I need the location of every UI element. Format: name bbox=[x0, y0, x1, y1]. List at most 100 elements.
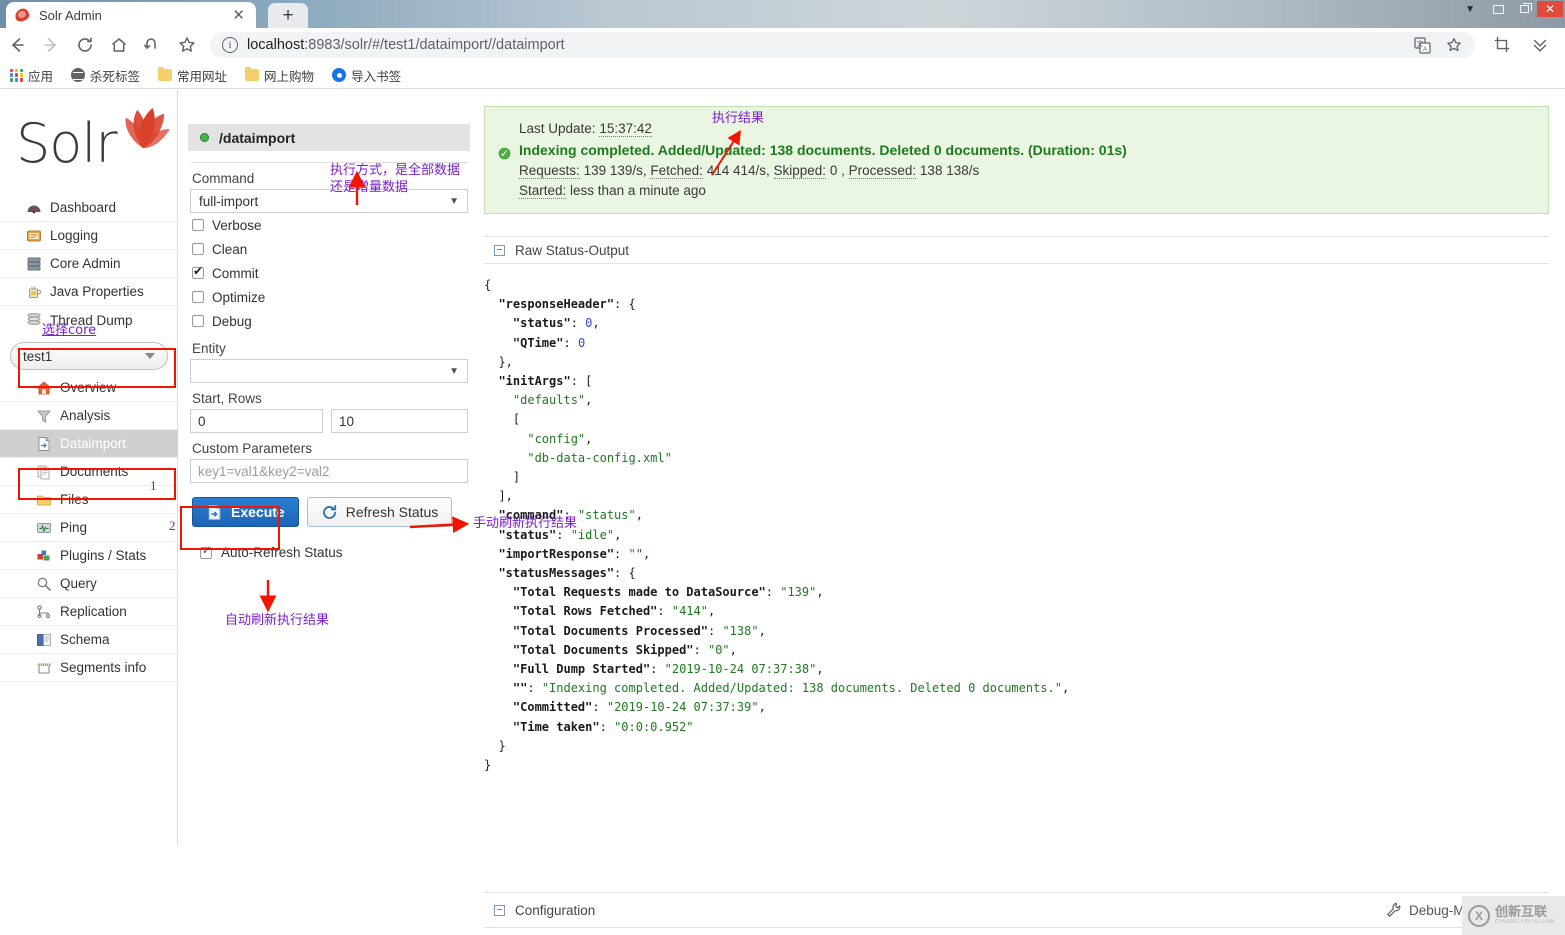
solr-logo[interactable]: Solr bbox=[16, 107, 170, 180]
bookmark-apps[interactable]: 应用 bbox=[10, 66, 53, 85]
back-arrow-icon[interactable] bbox=[0, 30, 34, 60]
checkbox-box bbox=[192, 243, 204, 255]
maximize-button[interactable] bbox=[1511, 1, 1537, 17]
speedometer-icon bbox=[26, 200, 42, 216]
chevron-down-icon[interactable]: ▼ bbox=[1465, 4, 1475, 15]
entity-select[interactable]: ▼ bbox=[190, 359, 468, 383]
sidebar-label: Overview bbox=[60, 380, 117, 395]
address-bar[interactable]: i localhost:8983/solr/#/test1/dataimport… bbox=[210, 32, 1475, 58]
crop-icon[interactable] bbox=[1485, 30, 1519, 60]
refresh-status-button[interactable]: Refresh Status bbox=[306, 497, 453, 527]
reload-icon[interactable] bbox=[68, 30, 102, 60]
dataimport-form: Command full-import ▼ Verbose Clean Comm… bbox=[188, 162, 470, 560]
bookmark-label: 应用 bbox=[28, 69, 54, 84]
bookmark-label: 常用网址 bbox=[177, 69, 228, 84]
annotation-manual-refresh: 手动刷新执行结果 bbox=[473, 516, 578, 531]
skipped-label: Skipped: bbox=[773, 163, 827, 179]
sidebar-item-overview[interactable]: Overview bbox=[0, 374, 178, 402]
forward-arrow-icon[interactable] bbox=[34, 30, 68, 60]
browser-tab[interactable]: Solr Admin ✕ bbox=[6, 2, 256, 28]
sidebar-item-logging[interactable]: Logging bbox=[0, 222, 178, 250]
start-input[interactable]: 0 bbox=[190, 409, 323, 433]
checkbox-box-checked bbox=[192, 264, 204, 279]
new-tab-button[interactable]: + bbox=[268, 3, 308, 28]
translate-icon[interactable]: 文A bbox=[1414, 36, 1431, 54]
server-stack-icon bbox=[26, 256, 42, 272]
skipped-value: 0 , bbox=[829, 163, 845, 178]
bookmark-common-sites[interactable]: 常用网址 bbox=[158, 66, 227, 85]
command-value: full-import bbox=[199, 193, 259, 209]
sidebar-item-java-properties[interactable]: Java Properties bbox=[0, 278, 178, 306]
requests-value: 139 139/s, bbox=[583, 163, 647, 178]
sidebar-item-segments-info[interactable]: Segments info bbox=[0, 654, 178, 682]
apps-grid-icon bbox=[10, 68, 23, 82]
configuration-title: Configuration bbox=[515, 902, 596, 918]
house-icon bbox=[35, 380, 53, 396]
info-circle-icon[interactable]: i bbox=[222, 37, 238, 53]
sidebar-item-dashboard[interactable]: Dashboard bbox=[0, 194, 178, 222]
sidebar-label: Query bbox=[60, 576, 97, 591]
bookmark-online-shopping[interactable]: 网上购物 bbox=[245, 66, 314, 85]
auto-refresh-row[interactable]: Auto-Refresh Status bbox=[200, 544, 468, 560]
checkbox-label: Clean bbox=[212, 241, 248, 257]
collapse-minus-icon[interactable]: − bbox=[494, 244, 505, 256]
close-icon[interactable]: ✕ bbox=[229, 8, 248, 23]
watermark-logo: X 创新互联 CHUANG XIN HU LIAN bbox=[1462, 896, 1565, 935]
annotation-command-line2: 还是增量数据 bbox=[330, 180, 409, 195]
home-icon[interactable] bbox=[102, 30, 136, 60]
bookmark-label: 杀死标签 bbox=[90, 69, 141, 84]
status-main-message: Indexing completed. Added/Updated: 138 d… bbox=[519, 142, 1127, 158]
checkbox-debug[interactable]: Debug bbox=[190, 309, 468, 333]
bookmark-kill-tabs[interactable]: 杀死标签 bbox=[71, 66, 140, 85]
started-label: Started: bbox=[519, 183, 567, 199]
collapse-minus-icon[interactable]: − bbox=[494, 904, 505, 916]
checkbox-commit[interactable]: Commit bbox=[190, 261, 468, 285]
sidebar-item-schema[interactable]: Schema bbox=[0, 626, 178, 654]
raw-status-output-json: { "responseHeader": { "status": 0, "QTim… bbox=[484, 278, 1070, 773]
core-selector-wrap: 选择core test1 bbox=[0, 323, 178, 370]
check-circle-icon: ✓ bbox=[497, 146, 512, 161]
sidebar-item-query[interactable]: Query bbox=[0, 570, 178, 598]
close-window-button[interactable]: ✕ bbox=[1537, 1, 1563, 17]
sidebar-label: Dashboard bbox=[50, 200, 117, 215]
watermark-subtitle: CHUANG XIN HU LIAN bbox=[1495, 918, 1555, 925]
minimize-button[interactable] bbox=[1485, 1, 1511, 17]
processed-value: 138 138/s bbox=[919, 163, 980, 178]
rows-input[interactable]: 10 bbox=[331, 409, 468, 433]
bookmark-import[interactable]: 导入书签 bbox=[332, 66, 401, 85]
sidebar-label: Documents bbox=[60, 464, 129, 479]
double-chevron-down-icon[interactable] bbox=[1523, 30, 1557, 60]
sidebar-label: Plugins / Stats bbox=[60, 548, 147, 563]
checkbox-clean[interactable]: Clean bbox=[190, 237, 468, 261]
bookmark-star-icon[interactable] bbox=[1445, 36, 1463, 54]
wrench-icon bbox=[1387, 902, 1401, 917]
checkbox-verbose[interactable]: Verbose bbox=[190, 213, 468, 237]
raw-status-output-header[interactable]: − Raw Status-Output bbox=[484, 236, 1549, 264]
sidebar-item-analysis[interactable]: Analysis bbox=[0, 402, 178, 430]
core-selector[interactable]: test1 bbox=[10, 342, 168, 370]
undo-arrow-icon[interactable] bbox=[136, 30, 170, 60]
custom-parameters-input[interactable]: key1=val1&key2=val2 bbox=[190, 459, 468, 483]
star-icon[interactable] bbox=[170, 30, 204, 60]
execute-button[interactable]: Execute bbox=[192, 497, 299, 527]
sidebar-item-dataimport[interactable]: Dataimport bbox=[0, 430, 178, 458]
tab-strip: Solr Admin ✕ + ▼ ✕ bbox=[0, 0, 1565, 28]
configuration-bar[interactable]: − Configuration Debug-Mode bbox=[484, 892, 1549, 928]
dataimport-panel-header: /dataimport bbox=[188, 124, 470, 152]
core-hint-annotation: 选择core bbox=[42, 323, 97, 338]
annotation-exec-result: 执行结果 bbox=[712, 111, 765, 126]
sidebar-item-core-admin[interactable]: Core Admin bbox=[0, 250, 178, 278]
sidebar-label: Logging bbox=[50, 228, 99, 243]
sidebar-label: Files bbox=[60, 492, 89, 507]
url-host: localhost bbox=[247, 37, 305, 53]
main-content: ✓ Last Update: 15:37:42 Indexing complet… bbox=[484, 106, 1549, 775]
command-select[interactable]: full-import ▼ bbox=[190, 189, 468, 213]
sidebar-item-replication[interactable]: Replication bbox=[0, 598, 178, 626]
auto-refresh-label: Auto-Refresh Status bbox=[221, 545, 343, 560]
chevron-down-icon: ▼ bbox=[449, 195, 459, 207]
annotation-auto-refresh: 自动刷新执行结果 bbox=[225, 613, 330, 628]
execute-label: Execute bbox=[231, 504, 285, 520]
sidebar-item-plugins-stats[interactable]: Plugins / Stats bbox=[0, 542, 178, 570]
sidebar-item-ping[interactable]: Ping bbox=[0, 514, 178, 542]
checkbox-optimize[interactable]: Optimize bbox=[190, 285, 468, 309]
